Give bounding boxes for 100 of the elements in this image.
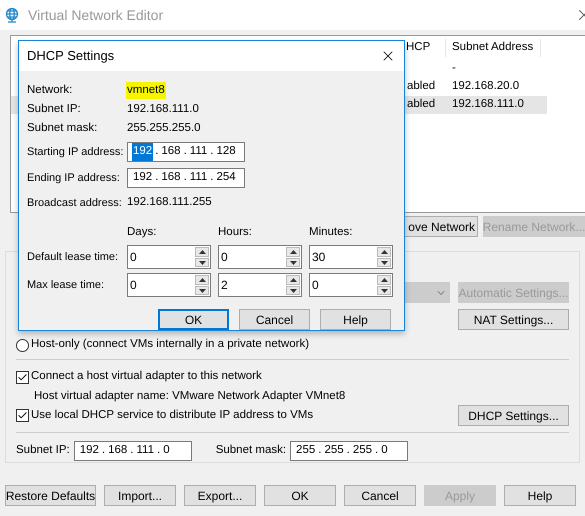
info-label: Broadcast address: [27,196,123,211]
radio-button[interactable] [16,338,29,352]
table-cell-text: 192.168.20.0 [451,79,520,94]
spin-up-button[interactable] [286,247,300,257]
spin-down-button[interactable] [286,258,300,268]
checkbox[interactable] [16,409,29,422]
ip-octet: 111 [136,443,155,458]
spin-field[interactable]: 0 [127,245,211,270]
ip-separator: . [182,144,188,160]
radio-label: Host-only (connect VMs internally in a private network) [31,337,310,352]
button[interactable]: Cancel [239,309,310,330]
info-value: 255.255.255.0 [127,120,201,136]
button[interactable]: OK [158,309,229,330]
spin-field[interactable]: 0 [127,273,211,298]
button[interactable]: Help [504,485,576,506]
spin-up-button[interactable] [195,275,209,285]
ip-address-field[interactable]: 192 . 168 . 111 . 254 [127,168,245,188]
spin-field[interactable]: 2 [218,273,302,298]
button[interactable]: NAT Settings... [458,309,569,330]
up-arrow-icon [380,250,388,254]
button[interactable]: DHCP Settings... [458,405,569,426]
button[interactable]: Export... [184,485,256,506]
spin-up-button[interactable] [286,275,300,285]
spin-field[interactable]: 0 [218,245,302,270]
up-arrow-icon [380,278,388,282]
ip-address-field[interactable]: 192 . 168 . 111 . 0 [74,441,192,461]
ip-octet: 255 [295,443,316,458]
check-icon [17,410,28,421]
info-label: Subnet IP: [27,102,82,117]
spin-up-button[interactable] [377,275,391,285]
spin-up-button[interactable] [195,247,209,257]
ip-address-field[interactable]: 255 . 255 . 255 . 0 [290,441,408,461]
ip-separator: . [154,170,160,186]
button[interactable]: Cancel [344,485,416,506]
column-label: Minutes: [309,225,354,240]
ip-octet: 254 [215,170,237,186]
spin-up-button[interactable] [377,247,391,257]
field-label: Starting IP address: [27,144,124,160]
table-cell: abled [407,80,436,92]
info-label: Subnet mask: [27,120,98,136]
spin-down-button[interactable] [377,286,391,296]
up-arrow-icon [198,278,206,282]
down-arrow-icon [380,288,388,292]
down-arrow-icon [290,288,296,292]
ip-octet: 0 [380,443,389,458]
button[interactable]: Restore Defaults [5,485,96,506]
check-icon [17,372,28,382]
ip-separator: . [156,443,162,458]
table-cell-text: - [451,61,456,76]
checkbox[interactable] [16,370,29,384]
ip-separator: . [346,443,351,458]
column-label: Days: [127,225,158,240]
column-label: Hours: [218,225,253,240]
ip-separator: . [129,443,134,458]
ip-octet: 128 [215,144,237,160]
field-label: Subnet IP: [16,443,70,458]
checkbox-label: Use local DHCP service to distribute IP address to VMs [31,408,314,423]
dialog-title: DHCP Settings [27,47,114,66]
up-arrow-icon [198,250,206,254]
ip-separator: . [182,170,188,186]
down-arrow-icon [198,288,206,292]
down-arrow-icon [380,260,388,264]
ip-separator: . [154,144,160,160]
down-arrow-icon [290,260,296,264]
up-arrow-icon [290,250,296,254]
info-value: vmnet8 [126,82,166,100]
ip-separator: . [209,144,214,160]
spin-field[interactable]: 0 [309,273,393,298]
field-label: Max lease time: [27,278,106,293]
ip-octet: 111 [188,170,208,186]
ip-separator: . [209,170,214,186]
ip-octet: 255 [323,443,345,458]
spin-down-button[interactable] [195,286,209,296]
ip-octet: 192 [132,170,154,186]
ip-octet: 192 [132,143,154,161]
spin-down-button[interactable] [195,258,209,268]
field-label: Subnet mask: [216,443,286,458]
table-cell-text: 192.168.111.0 [451,97,524,112]
button[interactable]: OK [264,485,336,506]
ip-octet: 168 [107,443,128,458]
button[interactable]: Import... [104,485,176,506]
spin-down-button[interactable] [377,258,391,268]
spin-field[interactable]: 30 [309,245,393,270]
checkbox-label: Connect a host virtual adapter to this network [31,369,262,384]
button[interactable]: Help [320,309,391,330]
info-label: Network: [27,82,74,98]
ip-separator: . [100,443,106,458]
adapter-name: Host virtual adapter name: VMware Network Adapter VMnet8 [33,389,346,404]
ip-octet: 168 [160,144,182,160]
ip-octet: 168 [160,170,182,186]
globe-icon [4,7,20,23]
ip-address-field[interactable]: 192 . 168 . 111 . 128 [127,142,245,162]
field-label: Default lease time: [27,250,120,265]
ip-octet: 111 [188,144,208,160]
ip-separator: . [317,443,322,458]
ip-octet: 192 [78,443,100,458]
table-cell: abled [407,98,436,110]
ip-octet: 0 [162,443,171,458]
up-arrow-icon [290,278,296,282]
spin-down-button[interactable] [286,286,300,296]
